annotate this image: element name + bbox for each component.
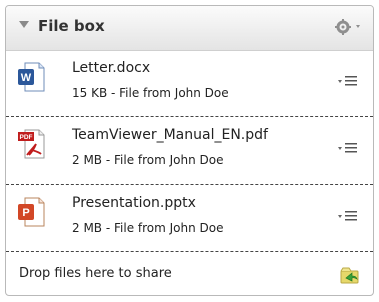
file-box-header[interactable]: File box: [6, 6, 373, 51]
file-meta: 2 MB - File from John Doe: [72, 221, 224, 235]
gear-icon[interactable]: [333, 17, 363, 37]
powerpoint-letter: P: [22, 207, 29, 219]
file-name[interactable]: TeamViewer_Manual_EN.pdf: [72, 127, 268, 143]
pdf-icon: PDF: [18, 129, 45, 159]
powerpoint-icon: P: [18, 197, 45, 227]
file-meta: 2 MB - File from John Doe: [72, 153, 224, 167]
pdf-label: PDF: [20, 134, 33, 141]
word-doc-icon: W: [18, 62, 45, 92]
file-box-panel: File box W Letter.docx 15 KB - File from…: [5, 5, 374, 296]
file-row-presentation-pptx[interactable]: P Presentation.pptx 2 MB - File from Joh…: [6, 185, 373, 252]
collapse-triangle-icon[interactable]: [19, 21, 29, 28]
word-letter: W: [21, 72, 32, 84]
file-menu-icon[interactable]: [337, 74, 359, 88]
drop-zone-text: Drop files here to share: [19, 266, 172, 281]
share-folder-icon: [340, 267, 359, 284]
file-menu-icon[interactable]: [337, 141, 359, 155]
file-row-letter-docx[interactable]: W Letter.docx 15 KB - File from John Doe: [6, 50, 373, 117]
panel-title: File box: [38, 17, 105, 35]
drop-zone[interactable]: Drop files here to share: [6, 252, 373, 295]
file-name[interactable]: Letter.docx: [72, 60, 150, 76]
file-name[interactable]: Presentation.pptx: [72, 195, 196, 211]
file-menu-icon[interactable]: [337, 209, 359, 223]
file-row-teamviewer-manual-pdf[interactable]: PDF TeamViewer_Manual_EN.pdf 2 MB - File…: [6, 117, 373, 185]
file-meta: 15 KB - File from John Doe: [72, 86, 229, 100]
